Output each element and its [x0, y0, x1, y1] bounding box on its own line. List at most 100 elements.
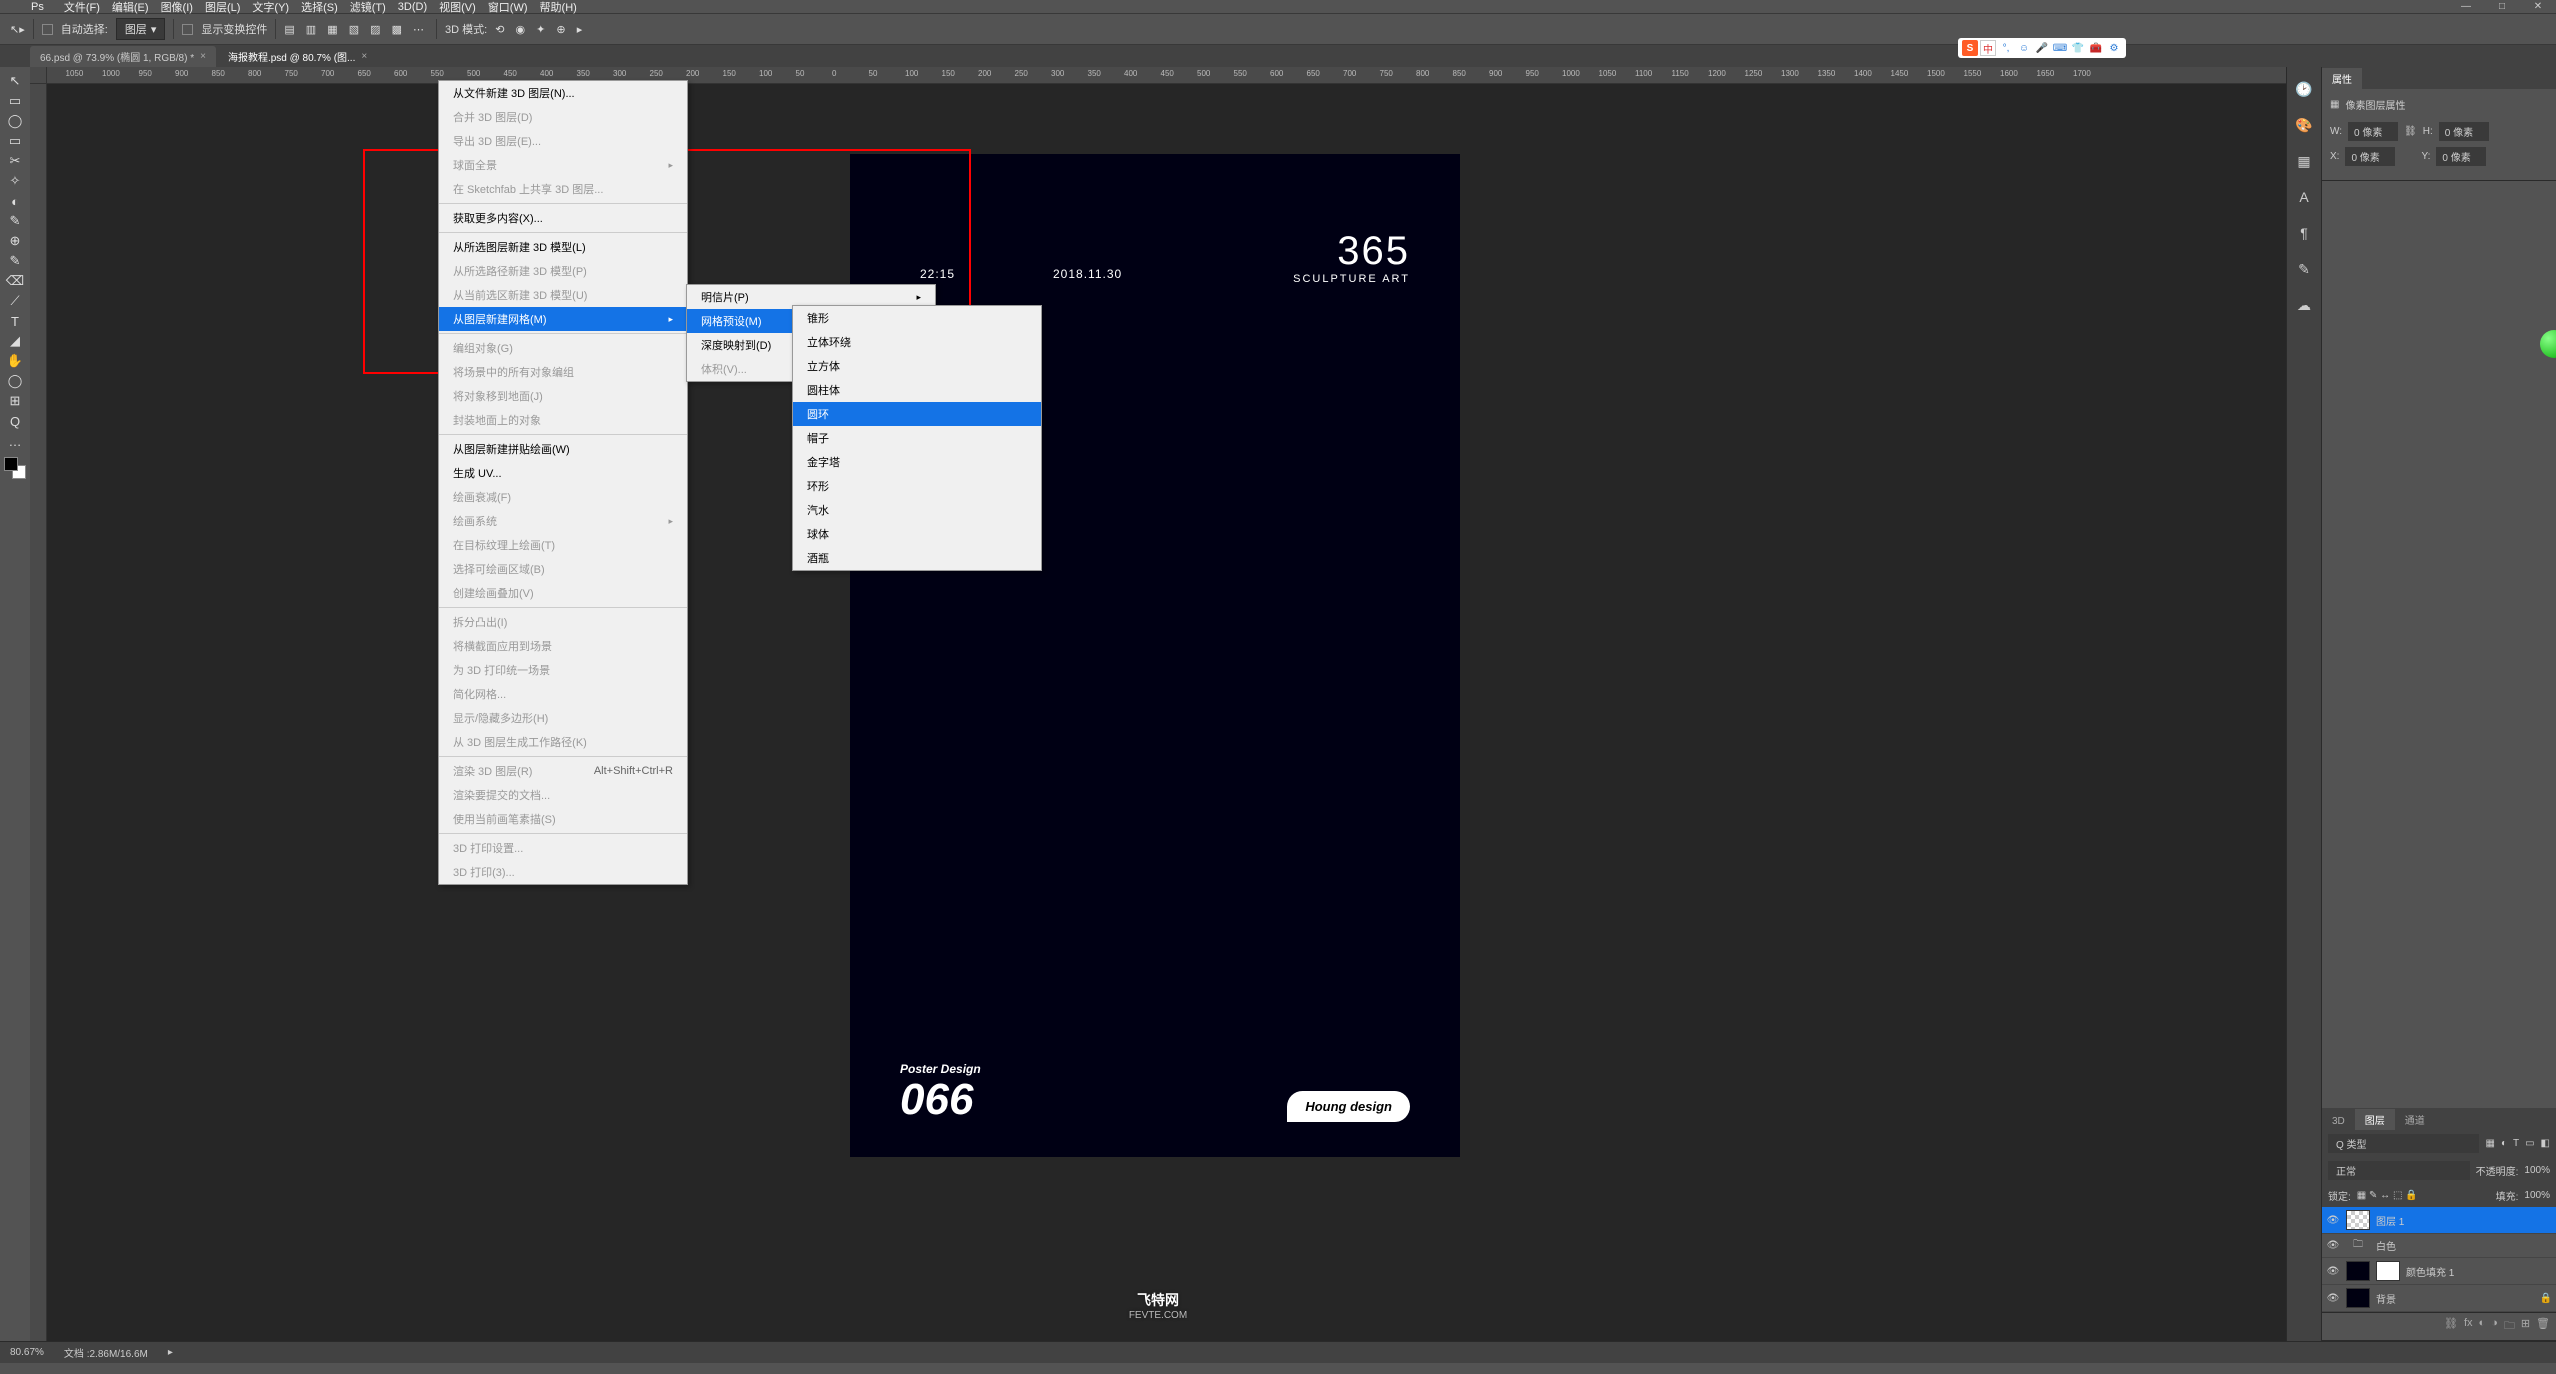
ime-settings-icon[interactable]: ⚙: [2106, 40, 2122, 56]
menu-type[interactable]: 文字(Y): [246, 0, 295, 17]
history-panel-icon[interactable]: 🕑: [2292, 77, 2316, 101]
properties-tab[interactable]: 属性: [2322, 68, 2362, 89]
color-swatch[interactable]: [4, 457, 26, 479]
layer-mask-thumbnail[interactable]: [2376, 1261, 2400, 1281]
frame-tool[interactable]: ✂: [2, 151, 28, 171]
filter-smart-icon[interactable]: ◧: [2541, 1138, 2550, 1149]
adjustment-layer-icon[interactable]: ◑: [2491, 1317, 2498, 1336]
menu-item[interactable]: 锥形: [793, 306, 1041, 330]
menu-help[interactable]: 帮助(H): [534, 0, 583, 17]
layer-row[interactable]: 👁🗀白色: [2322, 1234, 2556, 1258]
new-layer-icon[interactable]: ⊞: [2521, 1317, 2530, 1336]
stamp-tool[interactable]: ⊕: [2, 231, 28, 251]
ruler-horizontal[interactable]: 1050100095090085080075070065060055050045…: [47, 67, 2286, 84]
brush-panel-icon[interactable]: ✎: [2292, 257, 2316, 281]
gradient-tool[interactable]: ⟋: [2, 291, 28, 311]
panel-tab-layers[interactable]: 图层: [2355, 1109, 2395, 1130]
menu-3d-dropdown[interactable]: 从文件新建 3D 图层(N)...合并 3D 图层(D)导出 3D 图层(E).…: [438, 80, 688, 885]
layer-name[interactable]: 颜色填充 1: [2406, 1264, 2454, 1279]
ime-punct-icon[interactable]: °,: [1998, 40, 2014, 56]
layer-filter-kind[interactable]: Q 类型: [2328, 1134, 2479, 1153]
menu-item[interactable]: 圆环: [793, 402, 1041, 426]
ime-toolbox-icon[interactable]: 🧰: [2088, 40, 2104, 56]
lock-icons[interactable]: ▦ ✎ ↔ ⬚ 🔒: [2357, 1190, 2418, 1201]
pen-tool[interactable]: ◢: [2, 331, 28, 351]
close-icon[interactable]: ×: [200, 51, 206, 62]
layer-visibility-icon[interactable]: 👁: [2326, 1293, 2340, 1304]
ruler-vertical[interactable]: [30, 84, 47, 1341]
x-value[interactable]: 0 像素: [2345, 147, 2395, 166]
layer-name[interactable]: 白色: [2376, 1238, 2396, 1253]
healing-tool[interactable]: ◐: [2, 191, 28, 211]
layer-visibility-icon[interactable]: 👁: [2326, 1215, 2340, 1226]
swatches-panel-icon[interactable]: ▦: [2292, 149, 2316, 173]
brush-tool[interactable]: ✎: [2, 211, 28, 231]
character-panel-icon[interactable]: A: [2292, 185, 2316, 209]
layer-style-icon[interactable]: fx: [2464, 1317, 2473, 1336]
ime-lang-icon[interactable]: 中: [1980, 40, 1996, 56]
ruler-origin[interactable]: [30, 67, 47, 84]
eraser-tool[interactable]: ⌫: [2, 271, 28, 291]
eyedropper-tool[interactable]: ✧: [2, 171, 28, 191]
menu-window[interactable]: 窗口(W): [482, 0, 534, 17]
paragraph-panel-icon[interactable]: ¶: [2292, 221, 2316, 245]
canvas-viewport[interactable]: 1050100095090085080075070065060055050045…: [30, 67, 2286, 1341]
document-tab-1[interactable]: 66.psd @ 73.9% (椭圆 1, RGB/8) * ×: [30, 46, 216, 67]
close-icon[interactable]: ×: [361, 51, 367, 62]
ime-skin-icon[interactable]: 👕: [2070, 40, 2086, 56]
window-maximize[interactable]: □: [2484, 0, 2520, 13]
mode-3d-icons[interactable]: ⟲ ◉ ✦ ⊕ ▸: [495, 23, 586, 36]
panel-tab-3d[interactable]: 3D: [2322, 1113, 2355, 1130]
menu-view[interactable]: 视图(V): [433, 0, 482, 17]
menu-3d[interactable]: 3D(D): [392, 0, 433, 15]
auto-select-target[interactable]: 图层▾: [116, 18, 166, 40]
window-close[interactable]: ✕: [2520, 0, 2556, 13]
blend-mode-select[interactable]: 正常: [2328, 1161, 2470, 1180]
ime-keyboard-icon[interactable]: ⌨: [2052, 40, 2068, 56]
layer-mask-icon[interactable]: ◐: [2479, 1317, 2486, 1336]
layer-row[interactable]: 👁背景🔒: [2322, 1285, 2556, 1312]
auto-select-checkbox[interactable]: [42, 24, 53, 35]
panel-tab-channels[interactable]: 通道: [2395, 1109, 2435, 1130]
filter-shape-icon[interactable]: ▭: [2525, 1138, 2534, 1149]
menu-item[interactable]: 从文件新建 3D 图层(N)...: [439, 81, 687, 105]
edit-toolbar[interactable]: …: [2, 431, 28, 451]
menu-select[interactable]: 选择(S): [295, 0, 344, 17]
hand-tool[interactable]: ✋: [2, 351, 28, 371]
show-transform-checkbox[interactable]: [182, 24, 193, 35]
menu-item[interactable]: 金字塔: [793, 450, 1041, 474]
menu-item[interactable]: 生成 UV...: [439, 461, 687, 485]
menu-item[interactable]: 立方体: [793, 354, 1041, 378]
zoom-tool[interactable]: Q: [2, 411, 28, 431]
opacity-value[interactable]: 100%: [2524, 1165, 2550, 1176]
document-size[interactable]: 文档 :2.86M/16.6M: [64, 1345, 148, 1360]
menu-3d-mesh-preset-submenu[interactable]: 锥形立体环绕立方体圆柱体圆环帽子金字塔环形汽水球体酒瓶: [792, 305, 1042, 571]
menu-item[interactable]: 从图层新建拼贴绘画(W): [439, 437, 687, 461]
menu-item[interactable]: 圆柱体: [793, 378, 1041, 402]
width-value[interactable]: 0 像素: [2348, 122, 2398, 141]
layer-name[interactable]: 背景: [2376, 1291, 2396, 1306]
menu-item[interactable]: 球体: [793, 522, 1041, 546]
menu-layer[interactable]: 图层(L): [199, 0, 246, 17]
link-layers-icon[interactable]: ⛓: [2444, 1317, 2458, 1336]
filter-type-icon[interactable]: T: [2513, 1138, 2519, 1149]
menu-filter[interactable]: 滤镜(T): [344, 0, 392, 17]
menu-edit[interactable]: 编辑(E): [106, 0, 155, 17]
align-icons[interactable]: ▤ ▥ ▦ ▧ ▨ ▩ ⋯: [284, 23, 428, 36]
fill-value[interactable]: 100%: [2524, 1190, 2550, 1201]
menu-item[interactable]: 从所选图层新建 3D 模型(L): [439, 235, 687, 259]
layer-group-icon[interactable]: 🗀: [2504, 1317, 2515, 1336]
menu-item[interactable]: 环形: [793, 474, 1041, 498]
menu-item[interactable]: 从图层新建网格(M): [439, 307, 687, 331]
shape-tool[interactable]: ◯: [2, 371, 28, 391]
artboard-tool[interactable]: ⊞: [2, 391, 28, 411]
filter-pixel-icon[interactable]: ▦: [2485, 1138, 2494, 1149]
lasso-tool[interactable]: ◯: [2, 111, 28, 131]
marquee-tool[interactable]: ▭: [2, 91, 28, 111]
ime-emoji-icon[interactable]: ☺: [2016, 40, 2032, 56]
ime-mic-icon[interactable]: 🎤: [2034, 40, 2050, 56]
y-value[interactable]: 0 像素: [2436, 147, 2486, 166]
layer-visibility-icon[interactable]: 👁: [2326, 1240, 2340, 1251]
history-brush-tool[interactable]: ✎: [2, 251, 28, 271]
document-tab-2[interactable]: 海报教程.psd @ 80.7% (图... ×: [218, 46, 377, 67]
